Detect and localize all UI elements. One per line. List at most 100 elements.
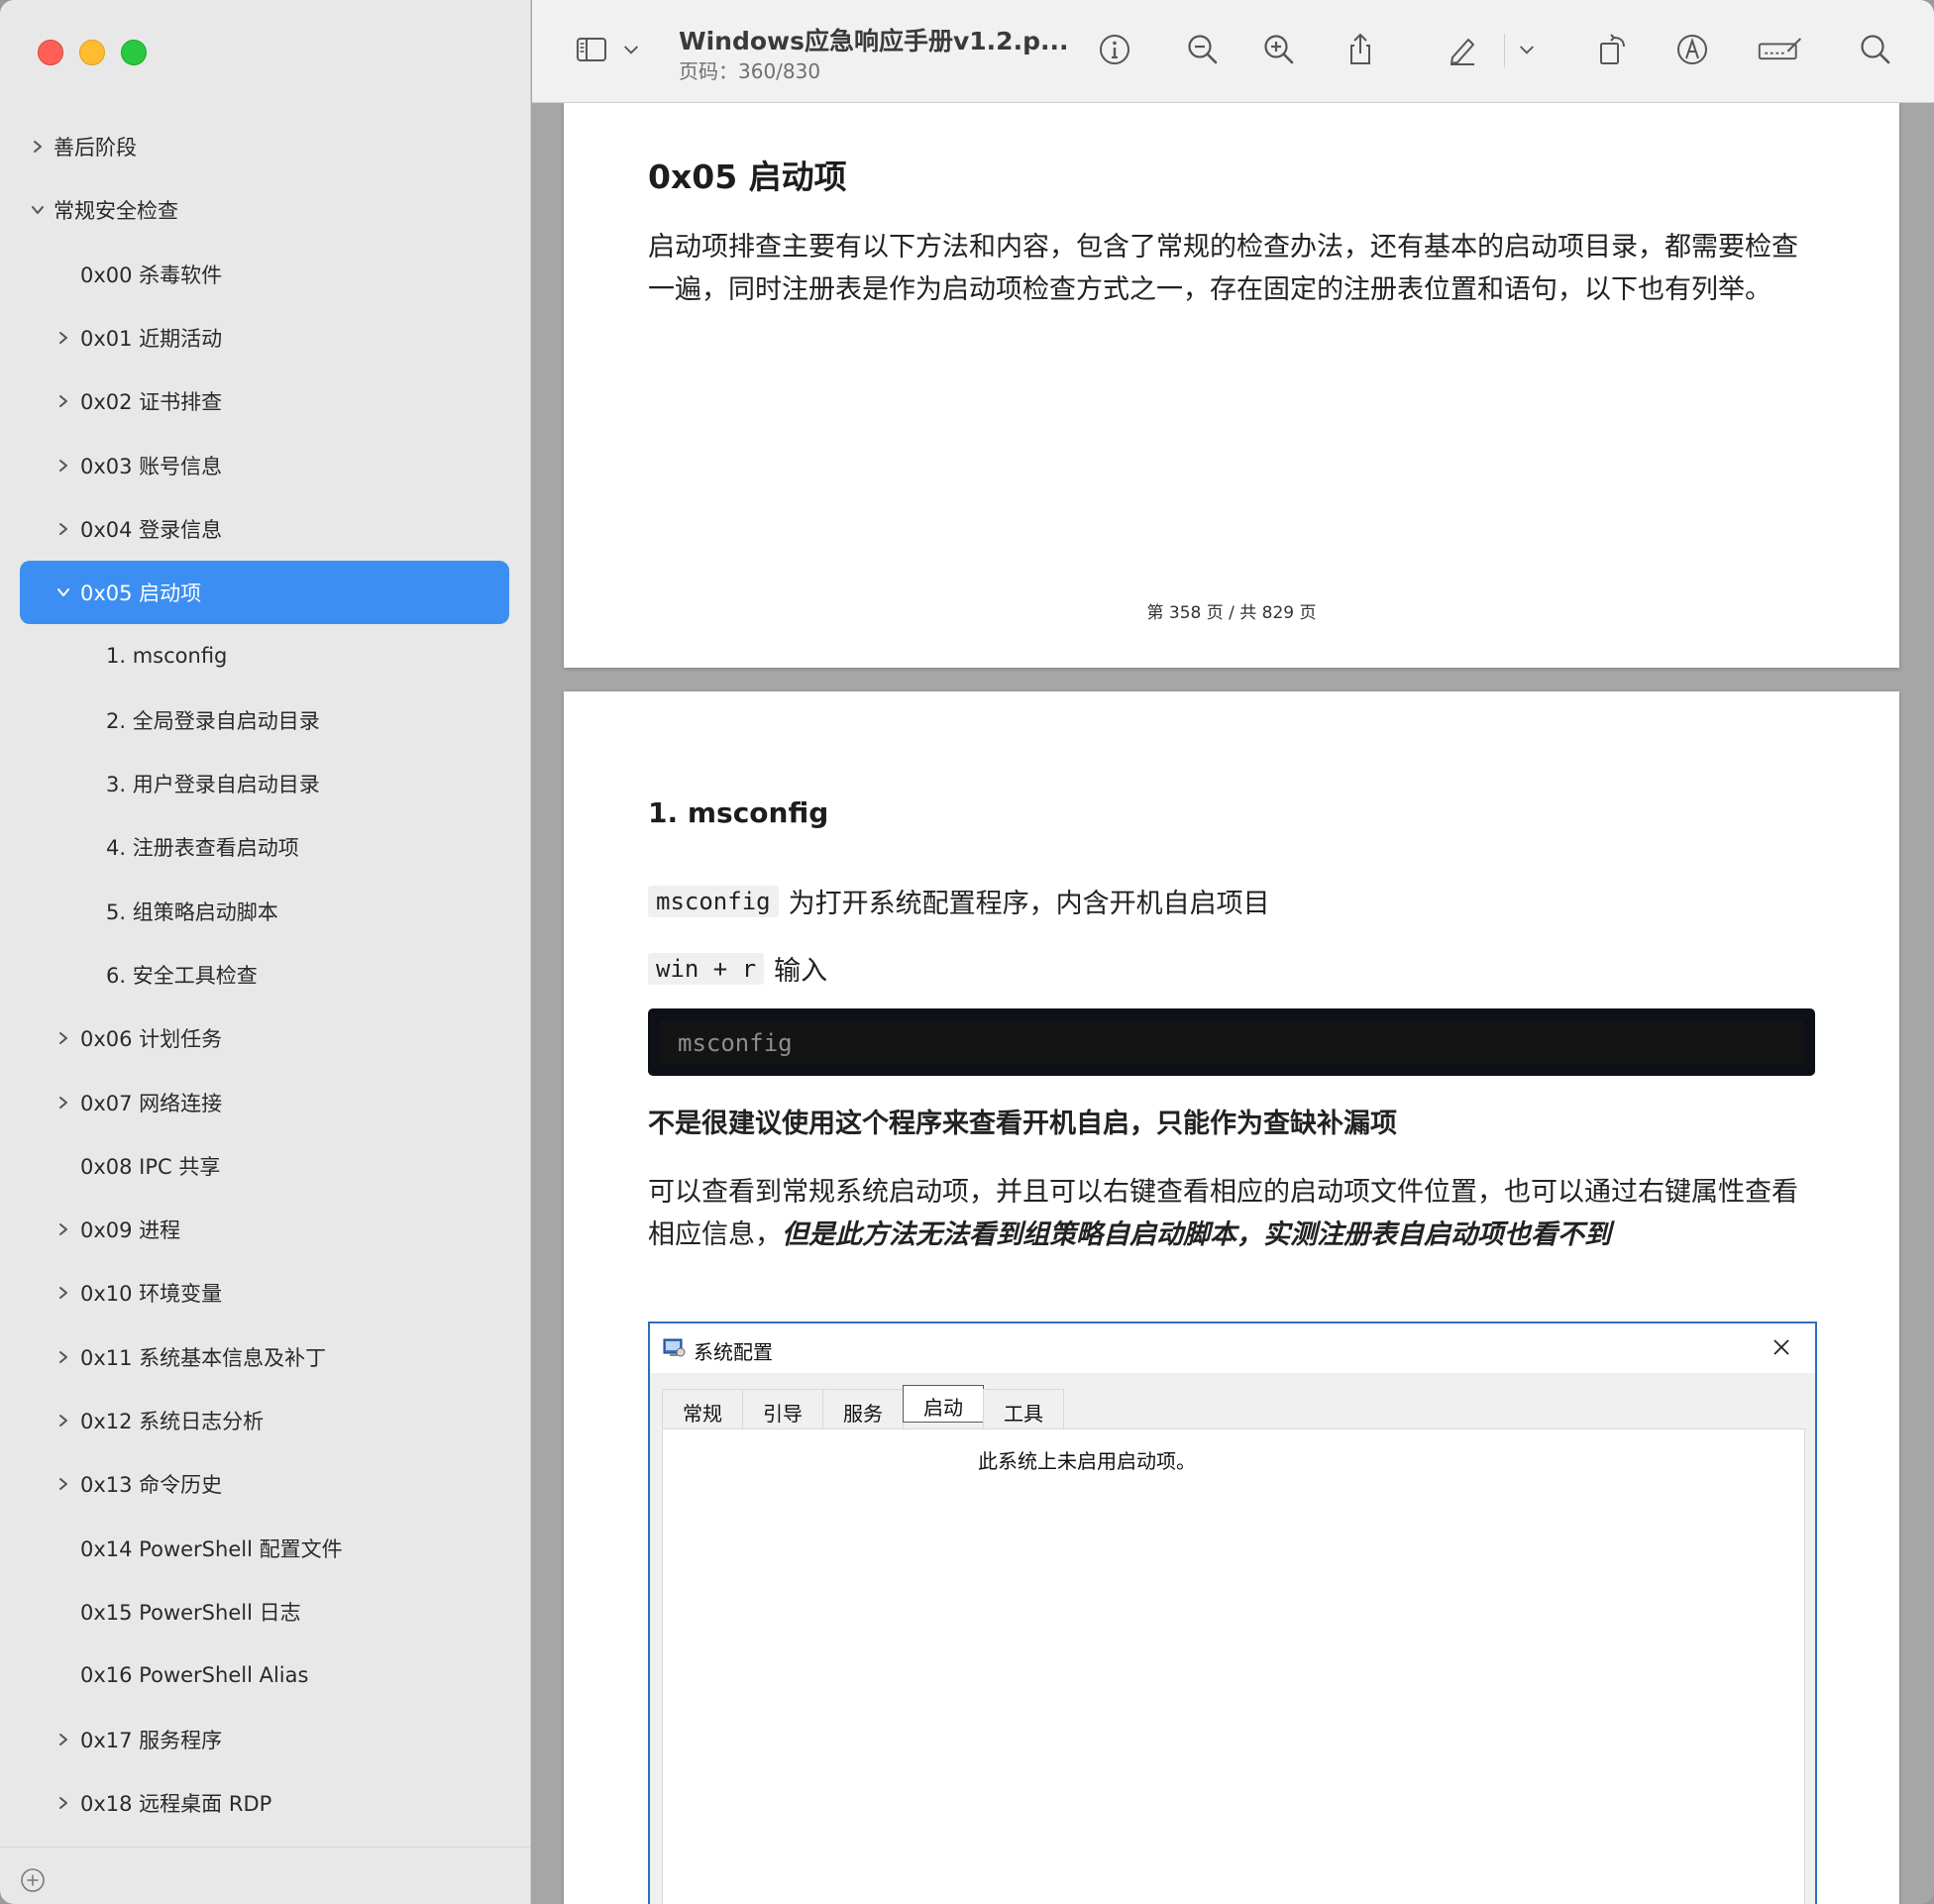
warning-line: 不是很建议使用这个程序来查看开机自启，只能作为查缺补漏项 [648,1109,1397,1139]
toc-item-label: 常规安全检查 [54,199,178,224]
toc-item-label: 0x10 环境变量 [80,1282,223,1307]
toc-item[interactable]: 0x15 PowerShell 日志 [20,1580,509,1643]
inline-code: win + r [648,952,765,985]
section-heading: 0x05 启动项 [648,158,847,196]
search-icon[interactable] [1856,30,1895,69]
chevron-down-icon[interactable] [619,30,643,69]
zoom-out-icon[interactable] [1183,30,1223,69]
toc-item[interactable]: 0x10 环境变量 [20,1261,509,1324]
line-text: 输入 [774,956,828,987]
pdf-page-359: 1. msconfig msconfig 为打开系统配置程序，内含开机自启项目 … [564,691,1899,1904]
document-viewport[interactable]: 0x05 启动项 启动项排查主要有以下方法和内容，包含了常规的检查办法，还有基本… [532,103,1934,1904]
intro-paragraph: 启动项排查主要有以下方法和内容，包含了常规的检查办法，还有基本的启动项目录，都需… [648,232,1798,305]
sidebar-footer [0,1847,531,1904]
line-text: 为打开系统配置程序，内含开机自启项目 [788,889,1270,919]
toc-item[interactable]: 0x12 系统日志分析 [20,1389,509,1452]
toc-item[interactable]: 善后阶段 [20,115,509,178]
toc-item-label: 0x08 IPC 共享 [80,1154,221,1179]
toc-item-label: 0x01 近期活动 [80,326,223,351]
share-icon[interactable] [1341,30,1380,69]
screenshot-tab: 工具 [983,1389,1064,1428]
toc-item[interactable]: 0x18 远程桌面 RDP [20,1771,509,1835]
toc-item[interactable]: 0x16 PowerShell Alias [20,1643,509,1707]
toc-item[interactable]: 1. msconfig [20,624,509,688]
chevron-right-icon[interactable] [54,1028,73,1048]
zoom-window-button[interactable] [121,40,147,65]
chevron-right-icon[interactable] [54,1474,73,1494]
toc-item-label: 0x13 命令历史 [80,1473,223,1498]
minimize-window-button[interactable] [79,40,105,65]
paragraph-emphasis: 但是此方法无法看到组策略自启动脚本，实测注册表自启动项也看不到 [782,1219,1611,1250]
toc-item-label: 0x02 证书排查 [80,390,223,415]
toc-item[interactable]: 4. 注册表查看启动项 [20,815,509,879]
toc-item[interactable]: 5. 组策略启动脚本 [20,880,509,943]
screenshot-tab: 启动 [903,1385,984,1423]
startup-message: 此系统上未启用启动项。 [978,1449,1196,1473]
toc-item[interactable]: 0x07 网络连接 [20,1071,509,1134]
toc-item-label: 0x17 服务程序 [80,1728,223,1752]
toc-item-label: 6. 安全工具检查 [106,963,258,988]
screenshot-title: 系统配置 [694,1340,773,1364]
code-block-text: msconfig [678,1029,793,1057]
toc-item[interactable]: 0x14 PowerShell 配置文件 [20,1517,509,1580]
toc-item[interactable]: 0x09 进程 [20,1198,509,1261]
toc-item[interactable]: 0x04 登录信息 [20,497,509,561]
toc-item-label: 0x16 PowerShell Alias [80,1663,309,1688]
toc-item-label: 2. 全局登录自启动目录 [106,708,320,733]
chevron-right-icon[interactable] [54,519,73,539]
toc-item[interactable]: 3. 用户登录自启动目录 [20,752,509,815]
toc-item-label: 0x00 杀毒软件 [80,263,223,287]
shortcut-line: win + r 输入 [648,949,827,988]
chevron-right-icon[interactable] [54,1793,73,1813]
body-paragraph: 可以查看到常规系统启动项，并且可以右键查看相应的启动项文件位置，也可以通过右键属… [648,1171,1815,1256]
toc-item[interactable]: 0x08 IPC 共享 [20,1134,509,1198]
page-footer-number: 第 358 页 / 共 829 页 [1146,603,1317,623]
traffic-lights [38,40,147,65]
toc-item[interactable]: 0x17 服务程序 [20,1708,509,1771]
chevron-right-icon[interactable] [54,1283,73,1303]
chevron-down-icon[interactable] [54,582,73,602]
chevron-right-icon[interactable] [54,1219,73,1239]
inline-code: msconfig [648,885,779,917]
chevron-right-icon[interactable] [54,1730,73,1749]
toc-item-label: 1. msconfig [106,644,228,669]
toc-item[interactable]: 0x02 证书排查 [20,370,509,433]
toc-item[interactable]: 0x03 账号信息 [20,434,509,497]
chevron-right-icon[interactable] [54,456,73,476]
toc-item-label: 0x06 计划任务 [80,1027,223,1052]
highlight-pen-icon[interactable] [1443,30,1482,69]
toc-item-label: 4. 注册表查看启动项 [106,836,299,861]
toc-item[interactable]: 2. 全局登录自启动目录 [20,688,509,752]
toc-item-label: 0x07 网络连接 [80,1091,223,1115]
toc-item[interactable]: 0x00 杀毒软件 [20,243,509,306]
toc-item-label: 0x04 登录信息 [80,517,223,542]
form-fill-icon[interactable] [1755,30,1806,69]
zoom-in-icon[interactable] [1259,30,1299,69]
toc-item[interactable]: 常规安全检查 [20,178,509,242]
chevron-right-icon[interactable] [54,1411,73,1430]
subsection-heading: 1. msconfig [648,796,829,829]
screenshot-panel: 此系统上未启用启动项。 [662,1428,1805,1904]
toc-item[interactable]: 6. 安全工具检查 [20,943,509,1006]
chevron-down-icon[interactable] [28,200,48,220]
sidebar-toggle-icon[interactable] [572,30,611,69]
close-window-button[interactable] [38,40,63,65]
document-title: Windows应急响应手册v1.2.p... [679,27,1069,55]
rotate-icon[interactable] [1592,30,1632,69]
markup-icon[interactable] [1672,30,1712,69]
chevron-right-icon[interactable] [54,1093,73,1112]
screenshot-tab: 服务 [822,1389,904,1428]
toc-item[interactable]: 0x01 近期活动 [20,306,509,370]
chevron-right-icon[interactable] [28,137,48,157]
toc-item[interactable]: 0x13 命令历史 [20,1452,509,1516]
toc-item[interactable]: 0x11 系统基本信息及补丁 [20,1325,509,1389]
chevron-right-icon[interactable] [54,328,73,348]
chevron-right-icon[interactable] [54,391,73,411]
chevron-down-icon[interactable] [1515,30,1539,69]
info-icon[interactable] [1095,30,1134,69]
toc-item[interactable]: 0x05 启动项 [20,561,509,625]
close-icon [1773,1339,1789,1355]
chevron-right-icon[interactable] [54,1347,73,1367]
toc-item[interactable]: 0x06 计划任务 [20,1006,509,1070]
add-bookmark-icon[interactable] [20,1867,46,1893]
